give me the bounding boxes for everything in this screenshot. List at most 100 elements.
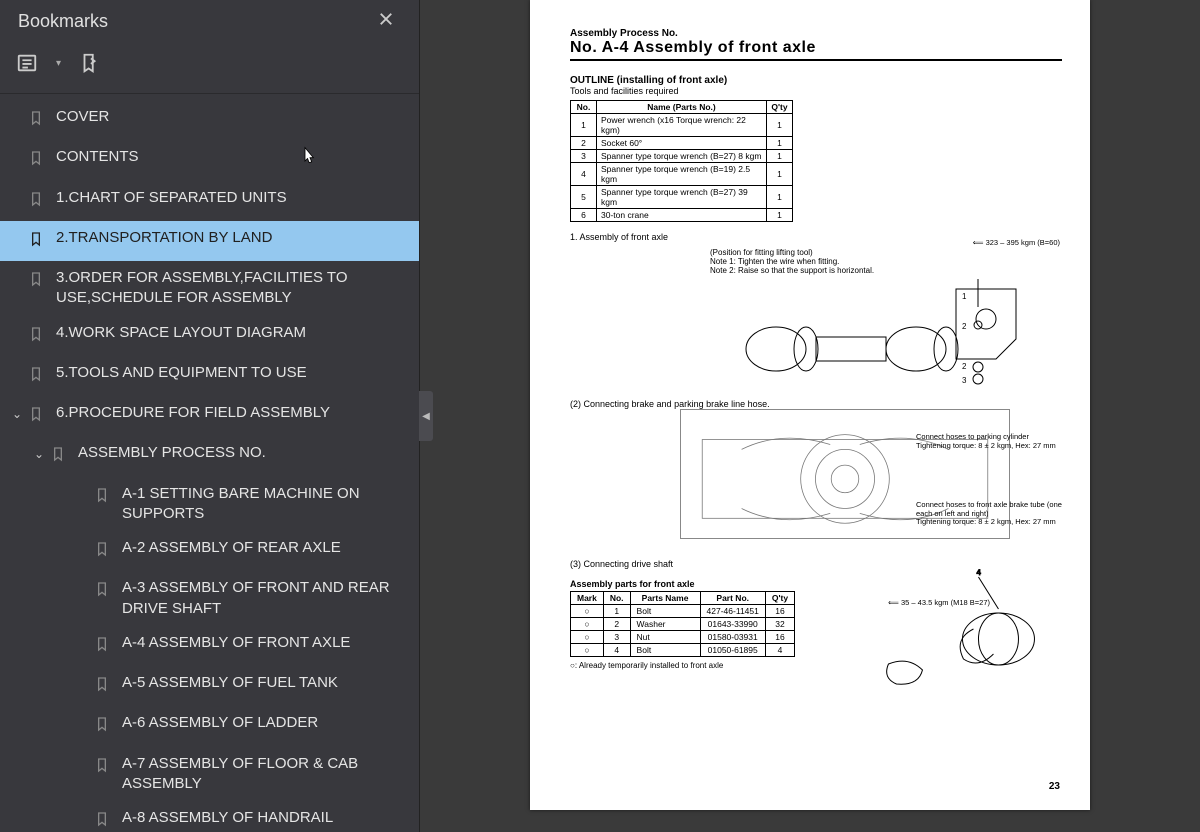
bookmark-icon xyxy=(28,365,48,389)
note-1: Note 1: Tighten the wire when fitting. xyxy=(710,257,1062,266)
bookmark-label: ASSEMBLY PROCESS NO. xyxy=(78,443,409,463)
document-viewport[interactable]: ◀ Assembly Process No. No. A-4 Assembly … xyxy=(420,0,1200,832)
th-qty: Q'ty xyxy=(767,101,793,114)
bookmark-icon xyxy=(94,675,114,699)
svg-text:3: 3 xyxy=(962,376,967,385)
bookmark-item[interactable]: COVER xyxy=(0,100,419,140)
svg-text:1: 1 xyxy=(962,292,967,301)
th-mark: Mark xyxy=(571,592,604,605)
axle-diagram-icon: 1 2 2 3 xyxy=(570,279,1062,389)
bookmark-item[interactable]: A-3 ASSEMBLY OF FRONT AND REAR DRIVE SHA… xyxy=(0,571,419,626)
document-page: Assembly Process No. No. A-4 Assembly of… xyxy=(530,0,1090,810)
bookmark-item[interactable]: A-5 ASSEMBLY OF FUEL TANK xyxy=(0,666,419,706)
sidebar-header: Bookmarks xyxy=(0,0,419,42)
dropdown-icon: ▾ xyxy=(56,58,61,69)
bookmark-item[interactable]: 5.TOOLS AND EQUIPMENT TO USE xyxy=(0,356,419,396)
bookmark-label: A-7 ASSEMBLY OF FLOOR & CAB ASSEMBLY xyxy=(122,754,409,795)
bookmark-icon xyxy=(94,635,114,659)
table-row: 2Socket 60°1 xyxy=(571,137,793,150)
bookmark-item[interactable]: 1.CHART OF SEPARATED UNITS xyxy=(0,181,419,221)
shaft-diagram-icon: 4 xyxy=(815,569,1062,699)
th-partno: Part No. xyxy=(700,592,765,605)
bookmark-icon xyxy=(94,486,114,510)
note-2: Note 2: Raise so that the support is hor… xyxy=(710,266,1062,275)
collapse-icon[interactable]: ⌄ xyxy=(6,406,28,422)
note-position: (Position for fitting lifting tool) xyxy=(710,248,1062,257)
bookmark-icon xyxy=(94,756,114,780)
bookmarks-panel: Bookmarks ▾ COVER CONTENTS 1.CHART OF SEPA… xyxy=(0,0,420,832)
bookmark-label: 4.WORK SPACE LAYOUT DIAGRAM xyxy=(56,323,409,343)
close-icon xyxy=(377,10,395,28)
bookmark-item[interactable]: A-7 ASSEMBLY OF FLOOR & CAB ASSEMBLY xyxy=(0,747,419,802)
svg-text:2: 2 xyxy=(962,362,967,371)
bookmark-label: A-3 ASSEMBLY OF FRONT AND REAR DRIVE SHA… xyxy=(122,578,409,619)
bookmark-icon xyxy=(28,325,48,349)
bookmark-icon xyxy=(50,445,70,469)
bookmark-item[interactable]: A-4 ASSEMBLY OF FRONT AXLE xyxy=(0,626,419,666)
bookmark-item[interactable]: A-8 ASSEMBLY OF HANDRAIL xyxy=(0,801,419,832)
table-row: ○3Nut01580-0393116 xyxy=(571,631,795,644)
bookmark-icon xyxy=(28,109,48,133)
section-3: (3) Connecting drive shaft xyxy=(570,559,1062,569)
outline-title: OUTLINE (installing of front axle) xyxy=(570,75,1062,86)
th-name: Name (Parts No.) xyxy=(597,101,767,114)
caption-parking-cylinder: Connect hoses to parking cylinderTighten… xyxy=(916,433,1076,450)
view-options-button[interactable] xyxy=(16,52,38,79)
table-row: ○2Washer01643-3399032 xyxy=(571,618,795,631)
bookmark-label: CONTENTS xyxy=(56,147,409,167)
bookmark-label: A-4 ASSEMBLY OF FRONT AXLE xyxy=(122,633,409,653)
bookmark-icon xyxy=(28,270,48,294)
section-2: (2) Connecting brake and parking brake l… xyxy=(570,399,1062,409)
collapse-sidebar-handle[interactable]: ◀ xyxy=(419,391,433,441)
bookmark-icon xyxy=(94,540,114,564)
torque-note-1: ⟸ 323 – 395 kgm (B=60) xyxy=(973,238,1060,247)
list-icon xyxy=(16,52,38,74)
bookmark-item[interactable]: A-1 SETTING BARE MACHINE ON SUPPORTS xyxy=(0,477,419,532)
th-pname: Parts Name xyxy=(630,592,700,605)
table-row: ○1Bolt427-46-1145116 xyxy=(571,605,795,618)
bookmark-item[interactable]: 2.TRANSPORTATION BY LAND xyxy=(0,221,419,261)
figure-brake-hose: Connect hoses to parking cylinderTighten… xyxy=(570,409,1062,549)
th-no: No. xyxy=(571,101,597,114)
bookmark-item[interactable]: ⌄ ASSEMBLY PROCESS NO. xyxy=(0,436,419,476)
th-pno: No. xyxy=(603,592,630,605)
current-bookmark-button[interactable] xyxy=(79,52,101,79)
bookmark-label: 5.TOOLS AND EQUIPMENT TO USE xyxy=(56,363,409,383)
bookmark-label: 3.ORDER FOR ASSEMBLY,FACILITIES TO USE,S… xyxy=(56,268,409,309)
th-pqty: Q'ty xyxy=(765,592,794,605)
svg-text:2: 2 xyxy=(962,322,967,331)
outline-subtitle: Tools and facilities required xyxy=(570,86,1062,96)
figure-axle-assembly: 1 2 2 3 xyxy=(570,279,1062,389)
page-title: No. A-4 Assembly of front axle xyxy=(570,39,1062,61)
table-row: 1Power wrench (x16 Torque wrench: 22 kgm… xyxy=(571,114,793,137)
svg-text:4: 4 xyxy=(977,569,982,577)
table-row: ○4Bolt01050-618954 xyxy=(571,644,795,657)
bookmark-icon xyxy=(94,810,114,832)
bookmark-label: A-2 ASSEMBLY OF REAR AXLE xyxy=(122,538,409,558)
table-row: 5Spanner type torque wrench (B=27) 39 kg… xyxy=(571,186,793,209)
bookmark-label: A-8 ASSEMBLY OF HANDRAIL xyxy=(122,808,409,828)
table-row: 630-ton crane1 xyxy=(571,209,793,222)
bookmark-item[interactable]: A-6 ASSEMBLY OF LADDER xyxy=(0,706,419,746)
bookmark-label: 2.TRANSPORTATION BY LAND xyxy=(56,228,409,248)
sidebar-title: Bookmarks xyxy=(18,11,108,32)
bookmark-tree[interactable]: COVER CONTENTS 1.CHART OF SEPARATED UNITS 2… xyxy=(0,94,419,832)
bookmark-flag-icon xyxy=(79,52,101,74)
bookmark-item[interactable]: A-2 ASSEMBLY OF REAR AXLE xyxy=(0,531,419,571)
close-panel-button[interactable] xyxy=(369,4,403,38)
tools-table: No. Name (Parts No.) Q'ty 1Power wrench … xyxy=(570,100,793,222)
bookmark-item[interactable]: ⌄6.PROCEDURE FOR FIELD ASSEMBLY xyxy=(0,396,419,436)
collapse-icon[interactable]: ⌄ xyxy=(28,446,50,462)
bookmark-label: COVER xyxy=(56,107,409,127)
bookmark-icon xyxy=(28,190,48,214)
parts-table: Mark No. Parts Name Part No. Q'ty ○1Bolt… xyxy=(570,591,795,657)
parts-table-title: Assembly parts for front axle xyxy=(570,579,795,589)
process-label: Assembly Process No. xyxy=(570,28,1062,39)
figure-drive-shaft: 4 xyxy=(815,569,1062,699)
bookmark-label: A-6 ASSEMBLY OF LADDER xyxy=(122,713,409,733)
bookmark-item[interactable]: 3.ORDER FOR ASSEMBLY,FACILITIES TO USE,S… xyxy=(0,261,419,316)
bookmark-item[interactable]: 4.WORK SPACE LAYOUT DIAGRAM xyxy=(0,316,419,356)
bookmark-icon xyxy=(28,149,48,173)
bookmark-item[interactable]: CONTENTS xyxy=(0,140,419,180)
parts-footnote: ○: Already temporarily installed to fron… xyxy=(570,661,795,670)
